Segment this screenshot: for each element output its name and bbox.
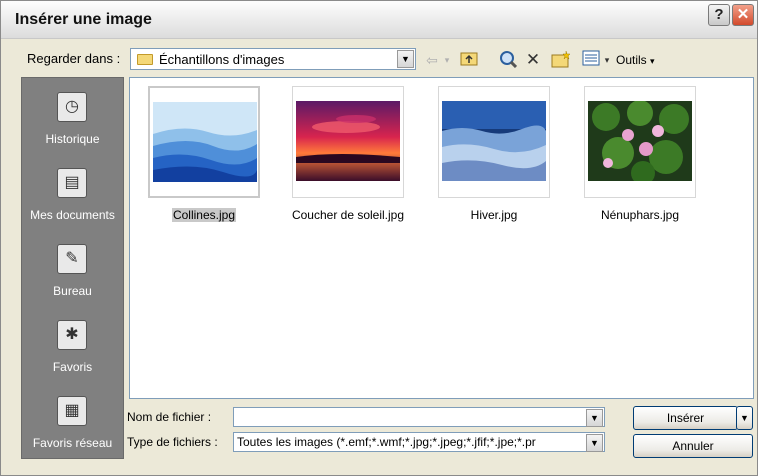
dialog-title: Insérer une image xyxy=(15,11,152,28)
up-folder-icon[interactable] xyxy=(458,50,480,70)
thumbnail-frame xyxy=(438,86,550,198)
title-bar[interactable]: Insérer une image ? ✕ xyxy=(1,1,757,39)
delete-icon[interactable]: ✕ xyxy=(523,50,543,70)
file-name: Collines.jpg xyxy=(172,208,236,222)
places-bar: ◷ Historique ▤ Mes documents ✎ Bureau ✱ … xyxy=(21,77,124,459)
desktop-icon: ✎ xyxy=(57,244,87,274)
file-item-sunset[interactable]: Coucher de soleil.jpg xyxy=(288,86,408,226)
waterlilies-thumbnail xyxy=(588,101,692,181)
sunset-thumbnail xyxy=(296,101,400,181)
chevron-down-icon[interactable]: ▼ xyxy=(586,409,603,427)
places-item-favorites[interactable]: ✱ Favoris xyxy=(22,312,123,388)
thumbnail-frame xyxy=(148,86,260,198)
filename-field[interactable]: ▼ xyxy=(233,407,605,427)
filetype-value: Toutes les images (*.emf;*.wmf;*.jpg;*.j… xyxy=(237,435,536,449)
help-button[interactable]: ? xyxy=(708,4,730,26)
file-item-winter[interactable]: Hiver.jpg xyxy=(434,86,554,226)
places-item-label: Favoris xyxy=(52,360,93,374)
network-icon: ▦ xyxy=(57,396,87,426)
history-icon: ◷ xyxy=(57,92,87,122)
places-item-label: Historique xyxy=(45,132,100,146)
places-item-label: Favoris réseau xyxy=(32,436,113,450)
folder-icon xyxy=(137,54,153,65)
file-list: Collines.jpg Coucher de soleil.jpg Hiver… xyxy=(129,77,754,399)
look-in-dropdown[interactable]: Échantillons d'images ▼ xyxy=(130,48,416,70)
file-name: Coucher de soleil.jpg xyxy=(291,208,405,222)
file-name: Hiver.jpg xyxy=(470,208,518,222)
views-icon[interactable] xyxy=(581,50,601,70)
filetype-dropdown[interactable]: Toutes les images (*.emf;*.wmf;*.jpg;*.j… xyxy=(233,432,605,452)
file-item-collines[interactable]: Collines.jpg xyxy=(144,86,264,226)
tools-menu-label: Outils xyxy=(616,53,647,67)
insert-button[interactable]: Insérer xyxy=(633,406,738,430)
filetype-label: Type de fichiers : xyxy=(127,435,218,449)
back-dropdown-icon[interactable]: ▾ xyxy=(442,50,452,70)
tools-dropdown-icon: ▾ xyxy=(650,56,655,66)
places-item-my-documents[interactable]: ▤ Mes documents xyxy=(22,160,123,236)
insert-options-button[interactable]: ▼ xyxy=(736,406,753,430)
thumbnail-frame xyxy=(584,86,696,198)
favorites-icon: ✱ xyxy=(57,320,87,350)
tools-menu[interactable]: Outils ▾ xyxy=(616,53,655,67)
file-name: Nénuphars.jpg xyxy=(600,208,680,222)
cancel-button[interactable]: Annuler xyxy=(633,434,753,458)
back-arrow-icon[interactable]: ⇦ xyxy=(424,50,440,70)
places-item-desktop[interactable]: ✎ Bureau xyxy=(22,236,123,312)
chevron-down-icon[interactable]: ▼ xyxy=(397,50,414,68)
filename-label: Nom de fichier : xyxy=(127,410,212,424)
new-folder-icon[interactable] xyxy=(550,50,572,70)
close-button[interactable]: ✕ xyxy=(732,4,754,26)
my-documents-icon: ▤ xyxy=(57,168,87,198)
winter-thumbnail xyxy=(442,101,546,181)
look-in-value: Échantillons d'images xyxy=(159,52,285,67)
chevron-down-icon[interactable]: ▼ xyxy=(586,434,603,452)
hills-thumbnail xyxy=(153,102,257,182)
places-item-history[interactable]: ◷ Historique xyxy=(22,84,123,160)
views-dropdown-icon[interactable]: ▾ xyxy=(602,50,612,70)
places-item-label: Mes documents xyxy=(30,208,115,222)
file-item-waterlilies[interactable]: Nénuphars.jpg xyxy=(580,86,700,226)
places-item-network[interactable]: ▦ Favoris réseau xyxy=(22,388,123,464)
search-web-icon[interactable] xyxy=(497,50,519,70)
look-in-label: Regarder dans : xyxy=(27,51,121,66)
thumbnail-frame xyxy=(292,86,404,198)
insert-image-dialog: Insérer une image ? ✕ Regarder dans : Éc… xyxy=(0,0,758,476)
places-item-label: Bureau xyxy=(53,284,92,298)
